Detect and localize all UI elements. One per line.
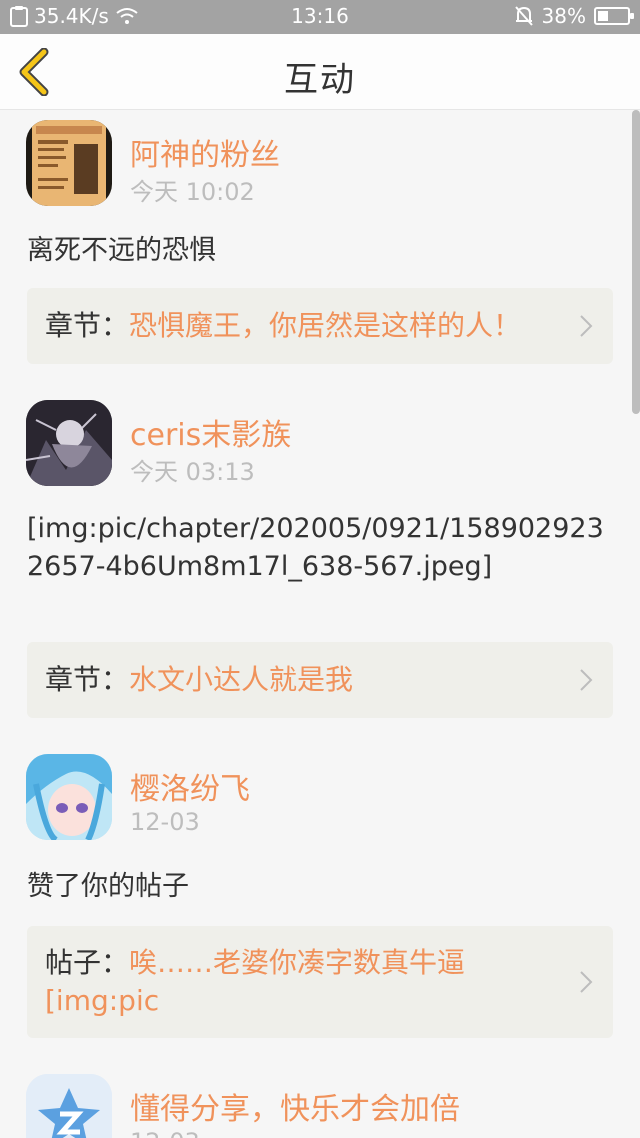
comment-text: 赞了你的帖子: [27, 871, 189, 902]
battery-percent: 38%: [541, 4, 586, 28]
timestamp: 今天 10:02: [130, 178, 255, 206]
comment-text: 离死不远的恐惧: [27, 235, 216, 266]
chevron-right-icon: [580, 669, 593, 691]
ref-label: 帖子：: [45, 946, 130, 979]
avatar[interactable]: [26, 754, 112, 840]
list-item: ceris末影族 今天 03:13 [img:pic/chapter/20200…: [0, 390, 640, 730]
bell-muted-icon: [514, 6, 533, 26]
chapter-link[interactable]: 章节：恐惧魔王，你居然是这样的人！: [27, 288, 613, 364]
avatar[interactable]: [26, 120, 112, 206]
ref-text: 帖子：唉……老婆你凑字数真牛逼[img:pic: [45, 944, 557, 1020]
ref-label: 章节：: [45, 309, 130, 342]
page-title: 互动: [284, 60, 356, 100]
user-name[interactable]: ceris末影族: [130, 410, 291, 454]
ref-label: 章节：: [45, 663, 130, 696]
user-name[interactable]: 樱洛纷飞: [130, 764, 250, 808]
list-item: 樱洛纷飞 12-03 赞了你的帖子 帖子：唉……老婆你凑字数真牛逼[img:pi…: [0, 744, 640, 1054]
status-bar: 35.4K/s 13:16 38%: [0, 0, 640, 34]
user-name[interactable]: 阿神的粉丝: [130, 130, 280, 174]
ref-title: 恐惧魔王，你居然是这样的人！: [129, 309, 522, 342]
comment-text: [img:pic/chapter/202005/0921/15890292326…: [27, 513, 604, 582]
timestamp: 12-03: [130, 1128, 200, 1138]
timestamp: 今天 03:13: [130, 458, 255, 486]
ref-title: 水文小达人就是我: [129, 663, 354, 696]
interaction-list[interactable]: 阿神的粉丝 今天 10:02 离死不远的恐惧 章节：恐惧魔王，你居然是这样的人！…: [0, 110, 640, 1138]
ref-text: 章节：水文小达人就是我: [45, 661, 557, 699]
ref-text: 章节：恐惧魔王，你居然是这样的人！: [45, 307, 557, 345]
avatar[interactable]: [26, 400, 112, 486]
timestamp: 12-03: [130, 808, 200, 836]
chevron-right-icon: [580, 315, 593, 337]
header: 互动: [0, 34, 640, 110]
chapter-link[interactable]: 章节：水文小达人就是我: [27, 642, 613, 718]
list-item: 阿神的粉丝 今天 10:02 离死不远的恐惧 章节：恐惧魔王，你居然是这样的人！: [0, 110, 640, 380]
avatar[interactable]: [26, 1074, 112, 1138]
user-name[interactable]: 懂得分享，快乐才会加倍: [130, 1084, 460, 1128]
battery-icon: [594, 7, 634, 25]
post-link[interactable]: 帖子：唉……老婆你凑字数真牛逼[img:pic: [27, 926, 613, 1038]
list-item: 懂得分享，快乐才会加倍 12-03: [0, 1064, 640, 1138]
chevron-right-icon: [580, 971, 593, 993]
